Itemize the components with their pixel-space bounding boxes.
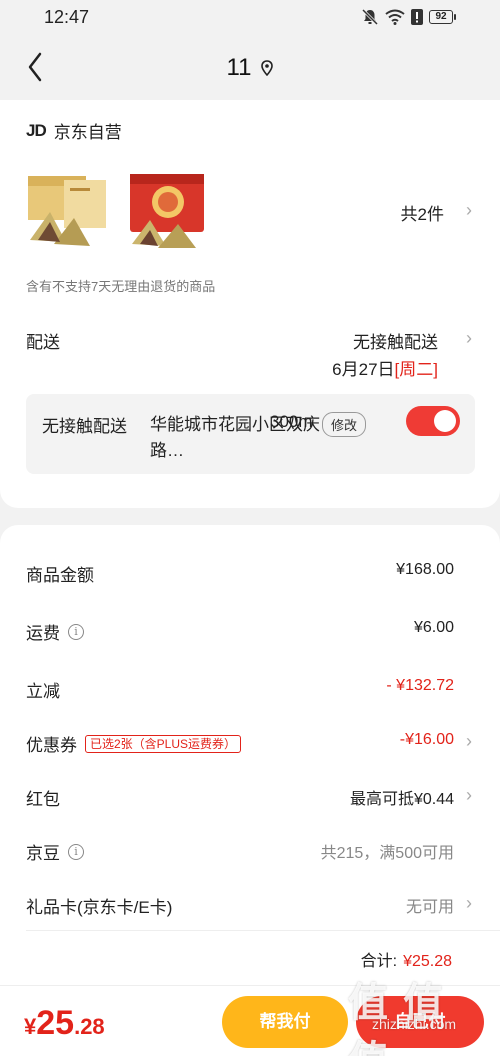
- chevron-right-icon: ›: [466, 328, 472, 348]
- total-label: 合计:: [360, 953, 398, 970]
- summary-label: 立减: [26, 682, 60, 701]
- battery-icon: 92: [429, 10, 456, 24]
- summary-row-red-packet[interactable]: 红包 最高可抵¥0.44 ›: [0, 777, 500, 817]
- watermark-glyphs: 值 值 值: [348, 981, 446, 1056]
- battery-level: 92: [429, 10, 453, 24]
- price-summary-card: 商品金额 ¥168.00 运费 i ¥6.00 立减 - ¥132.72 优惠券…: [0, 525, 500, 995]
- summary-value: - ¥132.72: [386, 677, 454, 694]
- delivery-weekday: [周二]: [394, 360, 438, 379]
- summary-row-jd-beans: 京豆 i 共215，满500可用: [0, 831, 500, 871]
- pay-total: ¥25.28: [24, 1004, 105, 1043]
- jd-logo: JD: [26, 120, 47, 140]
- coupon-tag: 已选2张（含PLUS运费券）: [85, 734, 242, 753]
- order-card: JD 京东自营 共2件 › 含有不支持7天无理由退货的商品 配送 无接触配送 ›…: [0, 100, 500, 508]
- chevron-right-icon: ›: [466, 731, 472, 751]
- product-thumbnail: [28, 176, 106, 246]
- contactless-distance: 300m: [270, 412, 313, 431]
- location-pin-icon: [261, 60, 274, 76]
- product-thumbnail: [130, 174, 204, 248]
- summary-row-discount: 立减 - ¥132.72: [0, 669, 500, 709]
- delivery-label: 配送: [26, 333, 60, 352]
- total-amount: ¥25.28: [403, 953, 452, 970]
- summary-total: 合计: ¥25.28: [361, 947, 452, 971]
- divider: [26, 930, 500, 931]
- status-bar: 12:47 92: [0, 0, 500, 34]
- summary-row-coupon[interactable]: 优惠券 已选2张（含PLUS运费券） -¥16.00 ›: [0, 723, 500, 763]
- pay-amount-dec: .28: [74, 1014, 105, 1039]
- goods-count: 共2件: [400, 205, 444, 224]
- alert-icon: [411, 9, 423, 25]
- summary-value: 最高可抵¥0.44: [349, 791, 454, 808]
- summary-value: -¥16.00: [399, 731, 454, 748]
- shop-header: JD 京东自营: [26, 118, 122, 143]
- summary-label: 红包: [26, 790, 60, 809]
- summary-label: 优惠券: [26, 736, 77, 755]
- summary-value: ¥6.00: [413, 619, 454, 636]
- return-policy-notice: 含有不支持7天无理由退货的商品: [26, 279, 216, 294]
- shop-name: 京东自营: [53, 123, 122, 142]
- chevron-right-icon: ›: [466, 893, 472, 913]
- help-me-pay-button[interactable]: 帮我付: [222, 996, 348, 1048]
- delivery-method[interactable]: 无接触配送: [353, 328, 438, 353]
- contactless-title: 无接触配送: [42, 417, 127, 436]
- nav-bar: 11: [0, 34, 500, 100]
- watermark-text: zhizhizhi.com: [372, 1016, 457, 1032]
- summary-row-shipping: 运费 i ¥6.00: [0, 611, 500, 651]
- page-title: 11: [226, 54, 252, 81]
- summary-label: 运费: [26, 624, 60, 643]
- info-icon[interactable]: i: [68, 843, 84, 860]
- pay-amount-int: 25: [36, 1004, 75, 1042]
- status-icons: 92: [361, 8, 456, 26]
- status-time: 12:47: [44, 7, 90, 27]
- delivery-date-value: 6月27日: [332, 360, 395, 379]
- summary-label: 商品金额: [26, 566, 94, 585]
- summary-value: 无可用: [405, 899, 454, 916]
- summary-value: ¥168.00: [396, 561, 454, 578]
- chevron-right-icon: ›: [466, 785, 472, 805]
- summary-value: 共215，满500可用: [320, 845, 454, 862]
- summary-row-gift-card[interactable]: 礼品卡(京东卡/E卡) 无可用 ›: [0, 885, 500, 925]
- contactless-delivery-panel: 无接触配送 华能城市花园小区双庆路… 300m 修改: [26, 394, 475, 474]
- mute-bell-icon: [361, 8, 379, 26]
- toggle-knob: [434, 410, 456, 432]
- chevron-right-icon: ›: [466, 200, 472, 220]
- info-icon[interactable]: i: [68, 623, 84, 640]
- goods-list[interactable]: 共2件 ›: [24, 170, 476, 252]
- edit-address-button[interactable]: 修改: [322, 412, 367, 437]
- contactless-toggle[interactable]: [406, 406, 460, 436]
- wifi-icon: [385, 9, 405, 25]
- summary-label: 京豆: [26, 844, 60, 863]
- summary-label: 礼品卡(京东卡/E卡): [26, 898, 173, 917]
- summary-row-goods-amount: 商品金额 ¥168.00: [0, 553, 500, 593]
- delivery-date: 6月27日[周二]: [332, 355, 438, 380]
- pay-currency: ¥: [24, 1014, 37, 1039]
- site-watermark: 值 值 值 zhizhizhi.com: [342, 970, 492, 1056]
